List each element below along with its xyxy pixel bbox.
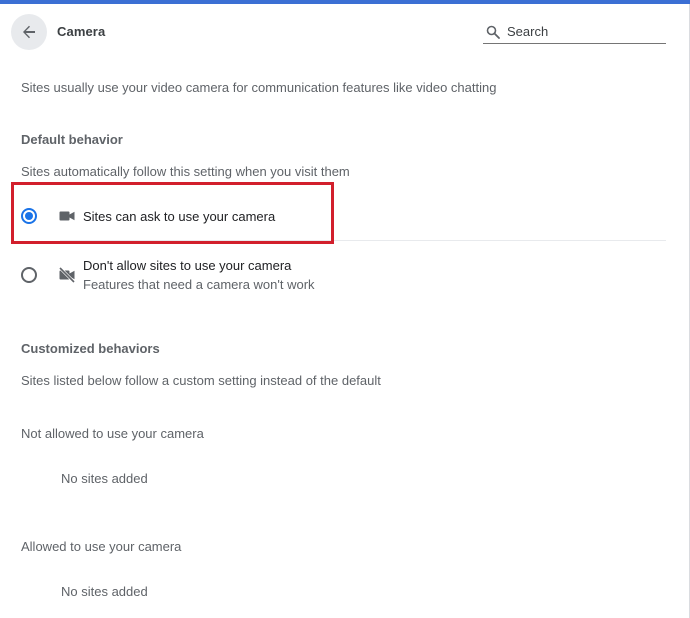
not-allowed-empty: No sites added — [61, 471, 148, 486]
option-allow-ask-label: Sites can ask to use your camera — [83, 208, 276, 224]
camera-settings-page: Camera Sites usually use your video came… — [0, 0, 690, 618]
option-block-label: Don't allow sites to use your camera — [83, 258, 292, 273]
top-accent-bar — [0, 0, 690, 4]
option-allow-ask[interactable]: Sites can ask to use your camera — [12, 204, 666, 228]
option-block-sublabel: Features that need a camera won't work — [83, 277, 315, 292]
videocam-off-icon — [57, 265, 77, 285]
not-allowed-heading: Not allowed to use your camera — [21, 426, 204, 441]
default-behavior-heading: Default behavior — [21, 132, 123, 147]
page-title: Camera — [57, 24, 106, 39]
videocam-icon — [57, 206, 77, 226]
radio-block[interactable] — [21, 267, 37, 283]
option-block[interactable]: Don't allow sites to use your camera Fea… — [12, 257, 666, 293]
radio-allow-ask[interactable] — [21, 208, 37, 224]
allowed-heading: Allowed to use your camera — [21, 539, 182, 554]
customized-behaviors-heading: Customized behaviors — [21, 341, 160, 356]
search-icon — [485, 24, 501, 40]
search-input[interactable] — [507, 24, 657, 39]
allowed-empty: No sites added — [61, 584, 148, 599]
camera-description: Sites usually use your video camera for … — [21, 80, 497, 95]
default-behavior-subtext: Sites automatically follow this setting … — [21, 164, 350, 179]
customized-behaviors-subtext: Sites listed below follow a custom setti… — [21, 373, 381, 388]
option-block-text: Don't allow sites to use your camera Fea… — [83, 258, 315, 292]
option-divider — [60, 240, 666, 241]
arrow-back-icon — [23, 25, 35, 39]
option-allow-ask-text: Sites can ask to use your camera — [83, 209, 275, 224]
search-field[interactable] — [483, 20, 666, 44]
back-button[interactable] — [11, 14, 47, 50]
